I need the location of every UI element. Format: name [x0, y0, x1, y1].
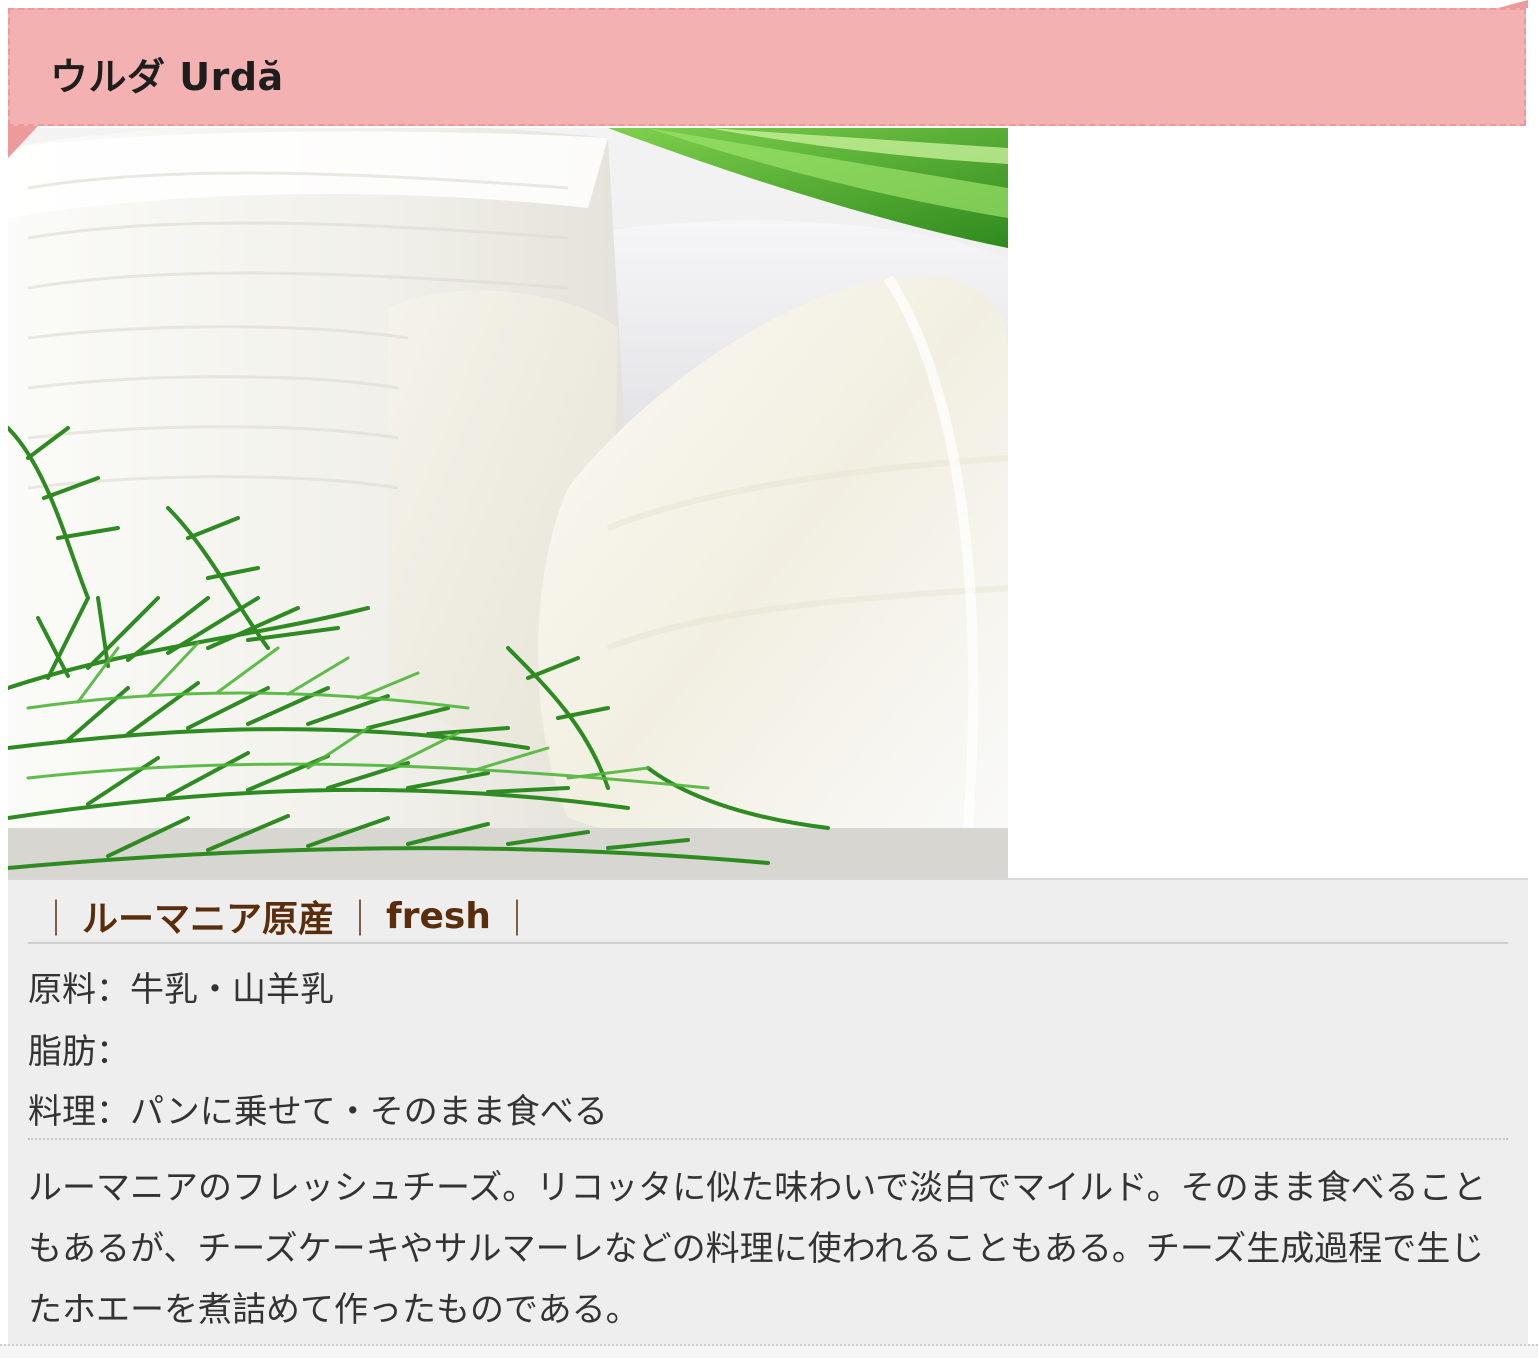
origin-tag: ルーマニア原産	[82, 899, 335, 940]
spec-dish: 料理： パンに乗せて・そのまま食べる	[28, 1084, 608, 1133]
divider-dotted	[28, 1138, 1508, 1140]
tag-separator: ｜	[498, 899, 535, 940]
cheese-photo	[8, 128, 1008, 878]
spec-dish-value: パンに乗せて・そのまま食べる	[130, 1092, 608, 1132]
type-tag: fresh	[386, 895, 491, 937]
spec-milk-label: 原料：	[28, 970, 130, 1010]
spec-fat: 脂肪：	[28, 1024, 130, 1073]
spec-milk-value: 牛乳・山羊乳	[130, 970, 334, 1010]
spec-milk: 原料： 牛乳・山羊乳	[28, 962, 334, 1011]
bottom-border	[0, 1344, 1538, 1358]
cheese-description: ルーマニアのフレッシュチーズ。リコッタに似た味わいで淡白でマイルド。そのまま食べ…	[28, 1168, 1487, 1330]
tag-separator: ｜	[38, 899, 75, 940]
divider	[28, 942, 1508, 944]
ribbon-fold-right	[1498, 0, 1528, 8]
cheese-title: ウルダ Urdă	[50, 55, 284, 99]
tag-separator: ｜	[342, 899, 379, 940]
spec-dish-label: 料理：	[28, 1092, 130, 1132]
title-ribbon: ウルダ Urdă	[8, 8, 1526, 126]
cheese-info-panel: ｜ ルーマニア原産 ｜ fresh ｜ 原料： 牛乳・山羊乳 脂肪： 料理： パンに…	[8, 878, 1528, 1344]
spec-fat-label: 脂肪：	[28, 1032, 130, 1072]
tag-line: ｜ ルーマニア原産 ｜ fresh ｜	[30, 890, 543, 942]
ribbon-fold-left	[8, 126, 38, 158]
